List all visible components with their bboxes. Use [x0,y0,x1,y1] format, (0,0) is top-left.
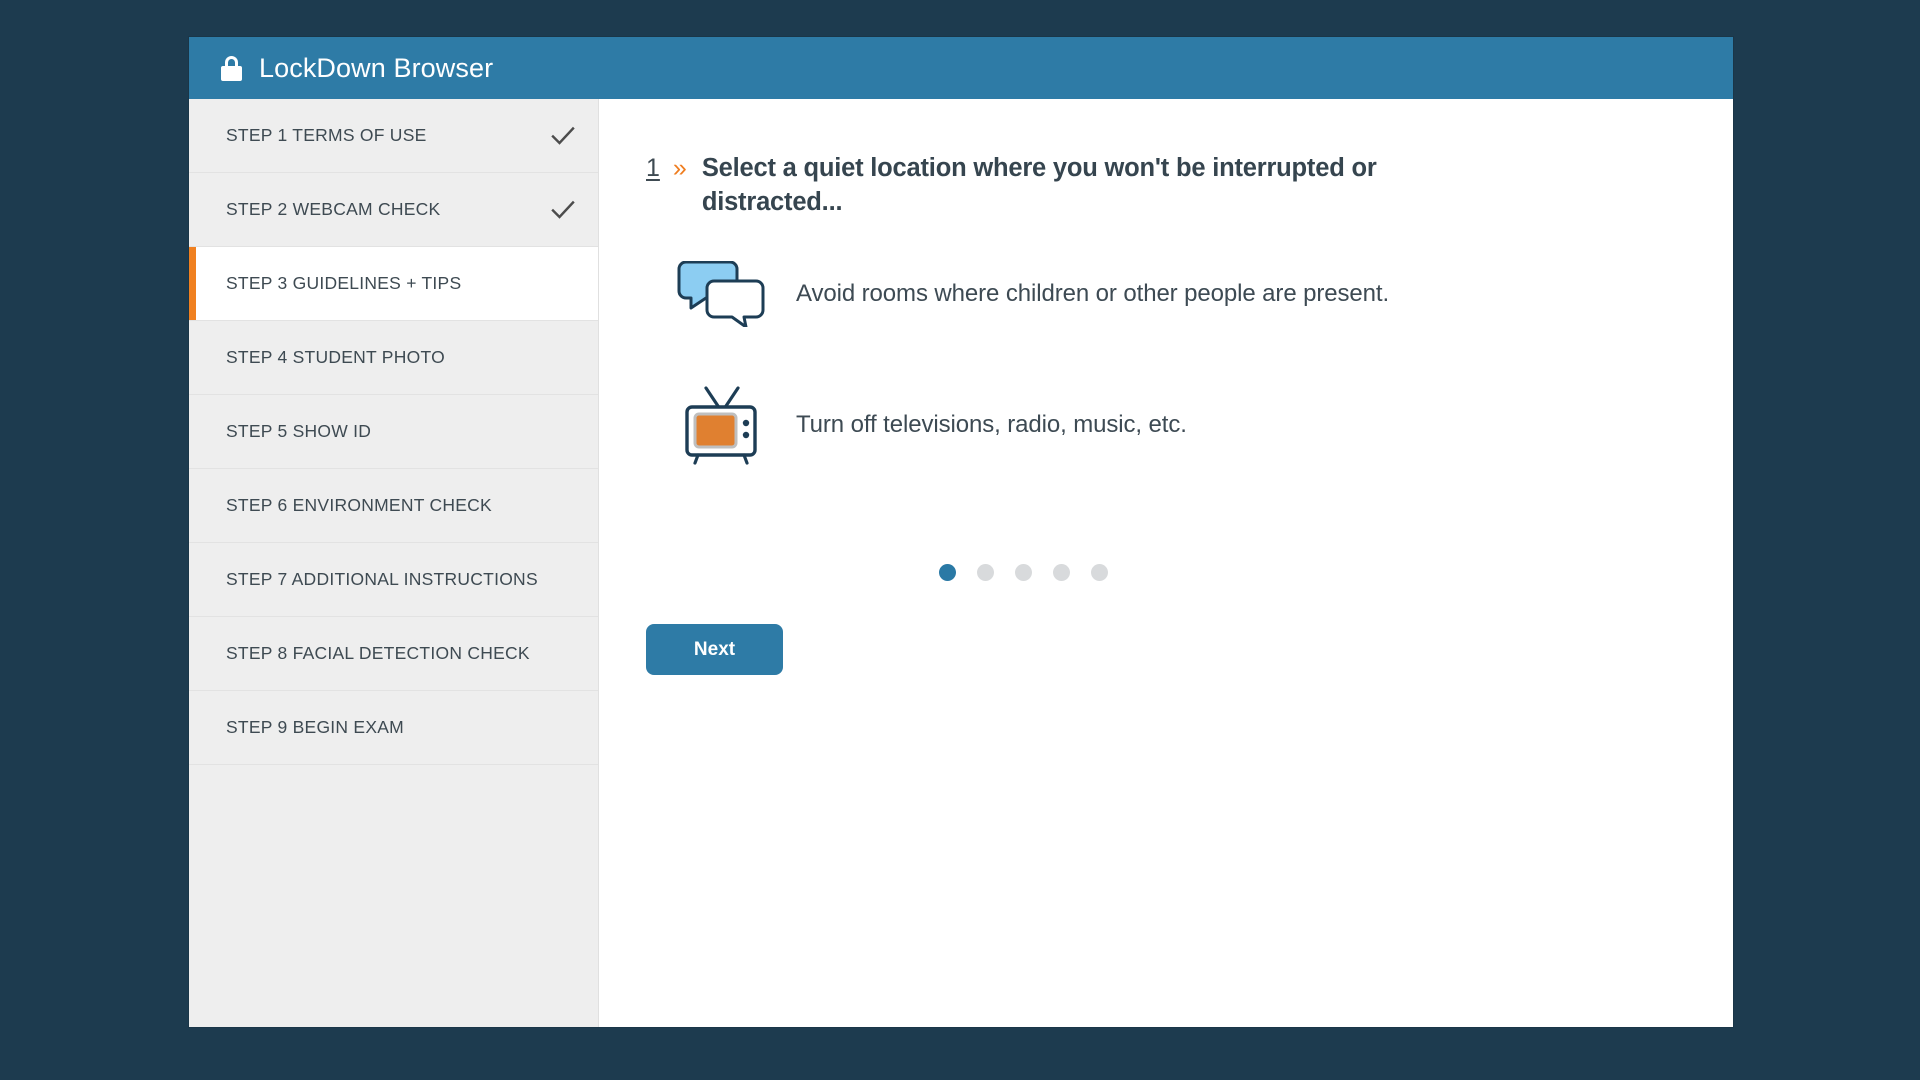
titlebar: LockDown Browser [189,37,1733,99]
pagination-dots [646,564,1400,581]
sidebar-item-label: STEP 8 FACIAL DETECTION CHECK [226,643,530,663]
heading-text: Select a quiet location where you won't … [701,154,1377,216]
sidebar-item-label: STEP 5 SHOW ID [226,421,372,441]
lock-icon [221,55,242,81]
pagination-dot-3[interactable] [1014,564,1032,581]
list-item: Avoid rooms where children or other peop… [646,261,1673,327]
sidebar-item-step-8[interactable]: STEP 8 FACIAL DETECTION CHECK [189,617,598,691]
sidebar-item-label: STEP 7 ADDITIONAL INSTRUCTIONS [226,569,538,589]
sidebar-item-label: STEP 9 BEGIN EXAM [226,717,405,737]
check-icon [550,123,576,149]
sidebar-item-step-6[interactable]: STEP 6 ENVIRONMENT CHECK [189,469,598,543]
sidebar-item-label: STEP 3 GUIDELINES + TIPS [226,273,462,293]
window-body: STEP 1 TERMS OF USE STEP 2 WEBCAM CHECK [189,99,1733,1027]
steps-sidebar: STEP 1 TERMS OF USE STEP 2 WEBCAM CHECK [189,99,599,1027]
app-title: LockDown Browser [259,52,494,83]
speech-bubbles-icon [646,261,796,327]
sidebar-item-label: STEP 2 WEBCAM CHECK [226,199,441,219]
pagination-dot-1[interactable] [938,564,956,581]
sidebar-item-step-7[interactable]: STEP 7 ADDITIONAL INSTRUCTIONS [189,543,598,617]
lockdown-browser-window: LockDown Browser STEP 1 TERMS OF USE STE… [189,37,1733,1027]
sidebar-item-step-1[interactable]: STEP 1 TERMS OF USE [189,99,598,173]
sidebar-item-label: STEP 4 STUDENT PHOTO [226,347,445,367]
page-title: 1 » Select a quiet location where you wo… [646,151,1406,219]
pagination-dot-5[interactable] [1090,564,1108,581]
tip-text: Turn off televisions, radio, music, etc. [796,410,1187,438]
main-content: 1 » Select a quiet location where you wo… [599,99,1733,1027]
sidebar-item-step-4[interactable]: STEP 4 STUDENT PHOTO [189,321,598,395]
next-button[interactable]: Next [646,624,783,675]
desktop-background: LockDown Browser STEP 1 TERMS OF USE STE… [0,0,1920,1080]
sidebar-item-step-2[interactable]: STEP 2 WEBCAM CHECK [189,173,598,247]
sidebar-item-label: STEP 1 TERMS OF USE [226,125,427,145]
sidebar-item-step-3[interactable]: STEP 3 GUIDELINES + TIPS [189,247,598,321]
sidebar-item-step-9[interactable]: STEP 9 BEGIN EXAM [189,691,598,765]
pagination-dot-2[interactable] [976,564,994,581]
tips-list: Avoid rooms where children or other peop… [646,261,1673,466]
chevron-right-icon: » [672,154,687,182]
check-icon [550,197,576,223]
tip-text: Avoid rooms where children or other peop… [796,279,1390,307]
list-item: Turn off televisions, radio, music, etc. [646,384,1673,466]
television-icon [646,384,796,466]
heading-number: 1 [646,154,660,182]
sidebar-item-label: STEP 6 ENVIRONMENT CHECK [226,495,492,515]
pagination-dot-4[interactable] [1052,564,1070,581]
sidebar-item-step-5[interactable]: STEP 5 SHOW ID [189,395,598,469]
